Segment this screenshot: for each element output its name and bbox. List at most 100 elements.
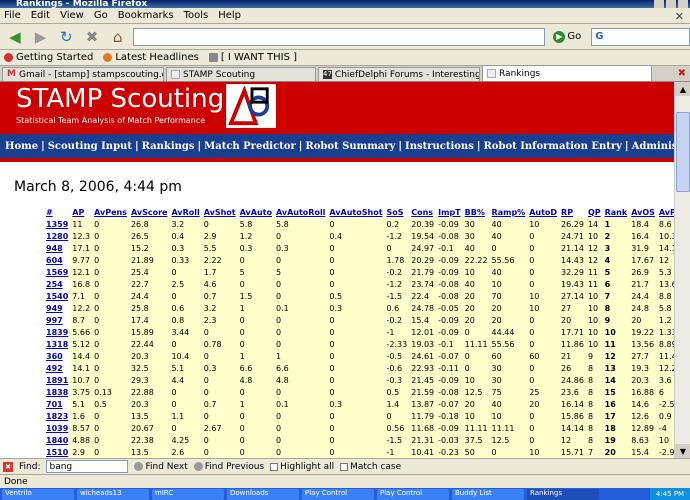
team-number-link[interactable]: 1318 <box>44 338 71 350</box>
column-header[interactable]: AvShot <box>201 206 238 218</box>
column-header[interactable]: BB% <box>462 206 490 218</box>
column-header[interactable]: QP <box>585 206 603 218</box>
team-number-link[interactable]: 492 <box>44 362 71 374</box>
team-number-link[interactable]: 997 <box>44 314 71 326</box>
taskbar-item-downloads[interactable]: Downloads <box>227 488 299 500</box>
column-header[interactable]: Rank <box>602 206 630 218</box>
table-cell: 12.5 <box>462 386 490 398</box>
address-bar[interactable] <box>132 27 546 46</box>
table-cell: 26 <box>559 362 586 374</box>
maximize-button[interactable] <box>666 0 676 8</box>
bookmark-i-want-this[interactable]: [ I WANT THIS ] <box>208 52 297 63</box>
taskbar-item-ventrilo[interactable]: Ventrilo <box>2 488 74 500</box>
nav-match-predictor[interactable]: Match Predictor <box>204 141 296 152</box>
find-next-button[interactable]: Find Next <box>134 462 188 472</box>
column-header[interactable]: AvOS <box>629 206 657 218</box>
home-icon[interactable]: ⌂ <box>107 26 129 48</box>
close-icon[interactable]: ✕ <box>675 10 684 23</box>
scroll-up-icon[interactable]: ▲ <box>675 82 690 96</box>
page-scrollbar[interactable]: ▲ ▼ <box>674 82 690 458</box>
menu-go[interactable]: Go <box>94 10 108 21</box>
nav-robot-information-entry[interactable]: Robot Information Entry <box>483 141 621 152</box>
column-header[interactable]: AvScore <box>128 206 170 218</box>
bookmark-latest-headlines[interactable]: Latest Headlines <box>103 52 199 63</box>
menu-bookmarks[interactable]: Bookmarks <box>118 10 174 21</box>
team-number-link[interactable]: 604 <box>44 254 71 266</box>
menu-help[interactable]: Help <box>218 10 241 21</box>
scroll-down-icon[interactable]: ▼ <box>675 444 690 458</box>
bookmark-getting-started[interactable]: Getting Started <box>4 52 93 63</box>
team-number-link[interactable]: 949 <box>44 302 71 314</box>
nav-instructions[interactable]: Instructions <box>405 141 474 152</box>
table-row: 1823 1.6 0 13.5 1.1 0 0 0 0 0 11.79 -0.18 10 10 0 15.86… <box>44 410 674 422</box>
close-find-icon[interactable]: ✖ <box>3 461 13 472</box>
team-number-link[interactable]: 1569 <box>44 266 71 278</box>
close-window-button[interactable] <box>678 0 688 8</box>
highlight-all-button[interactable]: Highlight all <box>270 462 334 472</box>
team-number-link[interactable]: 1359 <box>44 218 71 230</box>
column-header[interactable]: Cons <box>409 206 437 218</box>
back-icon[interactable]: ◀ <box>4 26 26 48</box>
column-header[interactable]: AvPens <box>92 206 129 218</box>
column-header[interactable]: Ramp% <box>489 206 528 218</box>
taskbar-item-play-control-2[interactable]: Play Control <box>377 488 449 500</box>
team-number-link[interactable]: 701 <box>44 398 71 410</box>
nav-scouting-input[interactable]: Scouting Input <box>48 141 132 152</box>
column-header[interactable]: AvAutoRoll <box>273 206 328 218</box>
team-number-link[interactable]: 1540 <box>44 290 71 302</box>
team-number-link[interactable]: 1838 <box>44 386 71 398</box>
column-header[interactable]: ImpT <box>436 206 463 218</box>
search-input[interactable]: G <box>591 27 690 46</box>
find-input[interactable]: bang <box>46 460 129 473</box>
team-number-link[interactable]: 1840 <box>44 434 71 446</box>
team-number-link[interactable]: 948 <box>44 242 71 254</box>
column-header[interactable]: # <box>44 206 71 218</box>
tab-label: Gmail - [stamp] stampscouting.org emails <box>18 69 163 80</box>
column-header[interactable]: AutoD <box>527 206 560 218</box>
stop-icon[interactable]: ✖ <box>81 26 103 48</box>
team-number-link[interactable]: 1839 <box>44 326 71 338</box>
taskbar-item-buddy-list[interactable]: Buddy List <box>452 488 524 500</box>
tab-chiefdelphi[interactable]: 47 ChiefDelphi Forums - Interesting Q/A'… <box>318 67 480 81</box>
tab-rankings[interactable]: Rankings <box>482 65 652 81</box>
forward-icon[interactable]: ▶ <box>30 26 52 48</box>
nav-home[interactable]: Home <box>5 141 38 152</box>
nav-robot-summary[interactable]: Robot Summary <box>305 141 395 152</box>
nav-rankings[interactable]: Rankings <box>142 141 195 152</box>
column-header[interactable]: AvPD <box>656 206 674 218</box>
team-number-link[interactable]: 360 <box>44 350 71 362</box>
minimize-button[interactable] <box>654 0 664 8</box>
close-tab-icon[interactable]: ✖ <box>678 68 686 79</box>
column-header[interactable]: SoS <box>384 206 410 218</box>
menu-tools[interactable]: Tools <box>184 10 209 21</box>
reload-icon[interactable]: ↻ <box>55 26 77 48</box>
find-previous-button[interactable]: Find Previous <box>193 462 264 472</box>
team-number-link[interactable]: 1280 <box>44 230 71 242</box>
column-header[interactable]: AvRoll <box>169 206 202 218</box>
tab-gmail[interactable]: M Gmail - [stamp] stampscouting.org emai… <box>2 67 164 81</box>
table-cell: 60 <box>489 350 528 362</box>
menu-view[interactable]: View <box>60 10 84 21</box>
scroll-thumb[interactable] <box>676 112 690 192</box>
team-number-link[interactable]: 1891 <box>44 374 71 386</box>
nav-administration[interactable]: Administration <box>632 141 674 152</box>
menu-edit[interactable]: Edit <box>31 10 50 21</box>
menu-file[interactable]: File <box>4 10 21 21</box>
team-number-link[interactable]: 1823 <box>44 410 71 422</box>
taskbar-item-rankings[interactable]: Rankings <box>527 488 599 500</box>
tab-stamp-scouting[interactable]: STAMP Scouting <box>166 67 316 81</box>
taskbar-item-mirc[interactable]: mIRC <box>152 488 224 500</box>
go-button[interactable]: ▶ Go <box>553 30 581 43</box>
team-number-link[interactable]: 1510 <box>44 446 71 458</box>
match-case-checkbox[interactable]: Match case <box>340 462 401 472</box>
column-header[interactable]: AvAuto <box>237 206 274 218</box>
column-header[interactable]: AvAutoShot <box>327 206 385 218</box>
column-header[interactable]: RP <box>559 206 586 218</box>
team-number-link[interactable]: 254 <box>44 278 71 290</box>
table-cell: 0 <box>201 434 238 446</box>
taskbar-item-wicheads13[interactable]: wicheads13 <box>77 488 149 500</box>
taskbar-item-play-control[interactable]: Play Control <box>302 488 374 500</box>
column-header[interactable]: AP <box>70 206 93 218</box>
nav-separator: | <box>197 140 202 152</box>
team-number-link[interactable]: 1039 <box>44 422 71 434</box>
